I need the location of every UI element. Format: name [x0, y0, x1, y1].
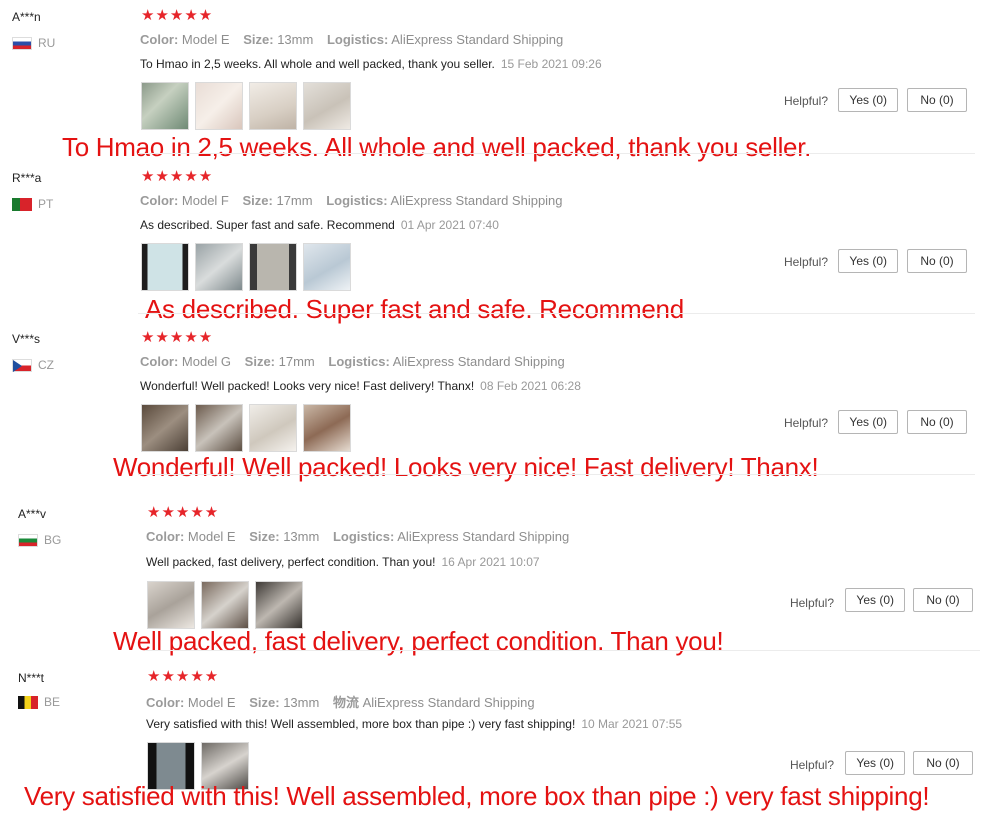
helpful-label: Helpful?: [783, 94, 828, 108]
country-code: PT: [38, 197, 54, 211]
star-rating: ★★★★★: [141, 168, 214, 185]
review-meta: Color: Model G Size: 17mm Logistics: Ali…: [140, 354, 565, 369]
review-photo-thumbnail[interactable]: [195, 82, 243, 130]
flag-bg-icon: [18, 533, 38, 547]
helpful-yes-button[interactable]: Yes (0): [838, 249, 898, 273]
star-rating: ★★★★★: [141, 329, 214, 346]
helpful-no-button[interactable]: No (0): [913, 751, 973, 775]
reviewer-country: BE: [18, 695, 60, 709]
review-date: 01 Apr 2021 07:40: [400, 218, 499, 232]
reviewer-name: V***s: [12, 332, 41, 346]
helpful-label: Helpful?: [783, 416, 828, 430]
review-text: As described. Super fast and safe. Recom…: [140, 218, 499, 232]
caption-overlay: Well packed, fast delivery, perfect cond…: [113, 626, 724, 656]
helpful-label: Helpful?: [789, 758, 834, 772]
reviewer-country: PT: [12, 197, 53, 211]
review-photo-thumbnail[interactable]: [201, 581, 249, 629]
reviewer-name: N***t: [18, 671, 45, 685]
review-photo-thumbnail[interactable]: [141, 82, 189, 130]
caption-overlay: Wonderful! Well packed! Looks very nice!…: [113, 452, 819, 482]
review-meta: Color: Model F Size: 17mm Logistics: Ali…: [140, 193, 563, 208]
review-photo-thumbnail[interactable]: [303, 243, 351, 291]
helpful-no-button[interactable]: No (0): [907, 88, 967, 112]
divider: [138, 153, 975, 154]
review-photo-thumbnail[interactable]: [303, 404, 351, 452]
helpful-label: Helpful?: [789, 596, 834, 610]
caption-overlay: To Hmao in 2,5 weeks. All whole and well…: [62, 132, 812, 162]
review-photos: [141, 82, 351, 130]
country-code: BG: [44, 533, 62, 547]
review-photo-thumbnail[interactable]: [255, 581, 303, 629]
review-date: 08 Feb 2021 06:28: [480, 379, 581, 393]
helpful-label: Helpful?: [783, 255, 828, 269]
star-rating: ★★★★★: [147, 668, 220, 685]
star-rating: ★★★★★: [147, 504, 220, 521]
reviewer-name: A***v: [18, 507, 47, 521]
review-photo-thumbnail[interactable]: [303, 82, 351, 130]
flag-ru-icon: [12, 36, 32, 50]
review-photo-thumbnail[interactable]: [141, 404, 189, 452]
divider: [145, 650, 980, 651]
review-date: 10 Mar 2021 07:55: [581, 717, 683, 731]
review-photos: [147, 581, 303, 629]
flag-cz-icon: [12, 358, 32, 372]
review-date: 16 Apr 2021 10:07: [441, 555, 540, 569]
review-date: 15 Feb 2021 09:26: [500, 57, 602, 71]
review-text: Well packed, fast delivery, perfect cond…: [146, 555, 540, 569]
helpful-no-button[interactable]: No (0): [907, 410, 967, 434]
helpful-yes-button[interactable]: Yes (0): [845, 588, 905, 612]
review-photo-thumbnail[interactable]: [147, 581, 195, 629]
review-text: Wonderful! Well packed! Looks very nice!…: [140, 379, 581, 393]
review-meta: Color: Model E Size: 13mm Logistics: Ali…: [146, 529, 570, 544]
review-meta: Color: Model E Size: 13mm Logistics: Ali…: [140, 32, 564, 47]
helpful-yes-button[interactable]: Yes (0): [838, 88, 898, 112]
country-code: CZ: [38, 358, 54, 372]
review-text: Very satisfied with this! Well assembled…: [146, 717, 683, 731]
flag-be-icon: [18, 695, 38, 709]
review-text: To Hmao in 2,5 weeks. All whole and well…: [140, 57, 602, 71]
country-code: RU: [38, 36, 56, 50]
review-photo-thumbnail[interactable]: [141, 243, 189, 291]
review-photos: [141, 243, 351, 291]
review-meta: Color: Model E Size: 13mm 物流 AliExpress …: [146, 695, 535, 710]
review-photo-thumbnail[interactable]: [195, 243, 243, 291]
reviewer-country: BG: [18, 533, 61, 547]
caption-overlay: As described. Super fast and safe. Recom…: [145, 294, 684, 324]
review-photo-thumbnail[interactable]: [195, 404, 243, 452]
helpful-no-button[interactable]: No (0): [907, 249, 967, 273]
review-photo-thumbnail[interactable]: [249, 404, 297, 452]
reviewer-country: RU: [12, 36, 55, 50]
country-code: BE: [44, 695, 61, 709]
flag-pt-icon: [12, 197, 32, 211]
helpful-yes-button[interactable]: Yes (0): [845, 751, 905, 775]
reviewer-country: CZ: [12, 358, 54, 372]
star-rating: ★★★★★: [141, 7, 214, 24]
reviewer-name: R***a: [12, 171, 42, 185]
caption-overlay: Very satisfied with this! Well assembled…: [24, 781, 930, 811]
divider: [138, 313, 975, 314]
helpful-yes-button[interactable]: Yes (0): [838, 410, 898, 434]
helpful-no-button[interactable]: No (0): [913, 588, 973, 612]
reviewer-name: A***n: [12, 10, 41, 24]
review-photo-thumbnail[interactable]: [249, 243, 297, 291]
review-photos: [141, 404, 351, 452]
review-photo-thumbnail[interactable]: [249, 82, 297, 130]
divider: [138, 474, 975, 475]
